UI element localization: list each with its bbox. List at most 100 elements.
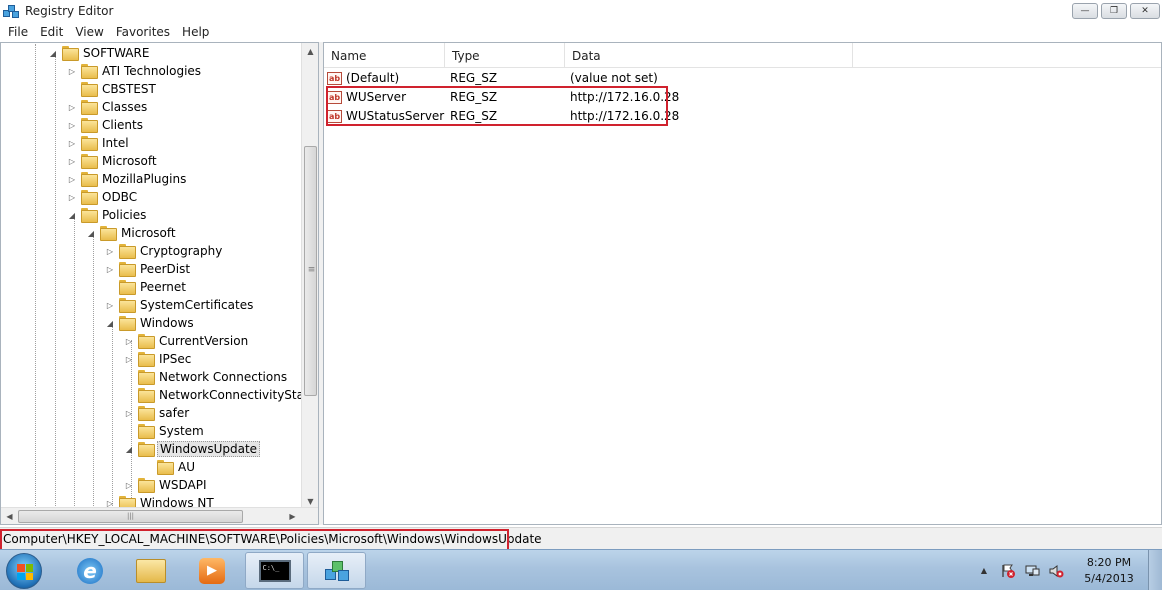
tree-item[interactable]: ▷ Classes (67, 98, 149, 116)
windows-logo-icon (17, 564, 33, 580)
tree-item[interactable]: ▷ safer (124, 404, 191, 422)
tree-item[interactable]: System (124, 422, 206, 440)
tree-item-label: Windows (140, 316, 194, 330)
tree-item[interactable]: ▷ CurrentVersion (124, 332, 250, 350)
menu-edit[interactable]: Edit (34, 25, 69, 39)
tree-item-label: SystemCertificates (140, 298, 254, 312)
values-list[interactable]: Name Type Data ab (Default) REG_SZ (valu… (323, 42, 1162, 525)
taskbar-command-prompt[interactable]: C:\_ (245, 552, 304, 589)
tree-item-label: Peernet (140, 280, 186, 294)
taskbar-file-explorer[interactable] (125, 552, 177, 589)
folder-icon (119, 244, 136, 259)
tree-item[interactable]: Network Connections (124, 368, 289, 386)
tree-item-label: Network Connections (159, 370, 288, 384)
registry-editor-icon (323, 557, 351, 585)
expand-arrow-icon[interactable]: ▷ (67, 102, 77, 112)
menu-favorites[interactable]: Favorites (110, 25, 176, 39)
highlight-annotation-box (326, 86, 668, 126)
folder-icon (138, 478, 155, 493)
expand-arrow-icon[interactable]: ▷ (105, 246, 115, 256)
expand-arrow-icon[interactable]: ▷ (124, 336, 134, 346)
tree-item[interactable]: ▷ Clients (67, 116, 145, 134)
scroll-thumb[interactable]: ≡ (304, 146, 317, 396)
tree-item-label: safer (159, 406, 190, 420)
expand-arrow-icon[interactable]: ▷ (124, 354, 134, 364)
expand-arrow-icon[interactable]: ▷ (67, 138, 77, 148)
tree-item[interactable]: ▷ PeerDist (105, 260, 192, 278)
tree-item[interactable]: ▷ WSDAPI (124, 476, 209, 494)
action-center-flag-icon[interactable] (1000, 563, 1016, 579)
tree-item[interactable]: ▷ SystemCertificates (105, 296, 255, 314)
tree-item[interactable]: AU (143, 458, 197, 476)
tree-item[interactable]: ▷ Microsoft (67, 152, 159, 170)
collapse-arrow-icon[interactable]: ◢ (124, 444, 134, 454)
column-header-type[interactable]: Type (445, 43, 565, 68)
tree-horizontal-scrollbar[interactable]: ◀ ||| ▶ (1, 507, 318, 524)
horizontal-scroll-thumb[interactable]: ||| (18, 510, 243, 523)
expand-arrow-icon[interactable]: ▷ (105, 300, 115, 310)
tree-item[interactable]: ▷ MozillaPlugins (67, 170, 188, 188)
taskbar-media-player[interactable]: ▶ (186, 552, 238, 589)
collapse-arrow-icon[interactable]: ◢ (48, 48, 58, 58)
expand-arrow-icon[interactable]: ▷ (67, 192, 77, 202)
scroll-up-arrow-icon[interactable]: ▲ (302, 43, 318, 60)
menu-bar: File Edit View Favorites Help (0, 22, 1162, 41)
value-row-default[interactable]: ab (Default) REG_SZ (value not set) (327, 69, 658, 87)
close-button[interactable]: ✕ (1130, 3, 1160, 19)
collapse-arrow-icon[interactable]: ◢ (105, 318, 115, 328)
expand-arrow-icon[interactable]: ▷ (124, 480, 134, 490)
start-button[interactable] (6, 553, 42, 589)
tree-item[interactable]: ▷ ATI Technologies (67, 62, 203, 80)
expand-arrow-icon[interactable]: ▷ (67, 120, 77, 130)
tree-item[interactable]: ◢ SOFTWARE (48, 44, 151, 62)
menu-help[interactable]: Help (176, 25, 215, 39)
tree-item-label: MozillaPlugins (102, 172, 187, 186)
tree-item[interactable]: NetworkConnectivityStatusIndicator (124, 386, 318, 404)
menu-file[interactable]: File (2, 25, 34, 39)
tree-item[interactable]: ▷ ODBC (67, 188, 139, 206)
folder-icon (81, 82, 98, 97)
show-desktop-button[interactable] (1148, 550, 1162, 590)
tree-item[interactable]: ◢ Microsoft (86, 224, 178, 242)
volume-muted-icon[interactable] (1048, 563, 1064, 579)
clock[interactable]: 8:20 PM 5/4/2013 (1074, 555, 1144, 587)
expand-arrow-icon[interactable]: ▷ (67, 156, 77, 166)
folder-icon (138, 442, 155, 457)
folder-icon (81, 118, 98, 133)
registry-tree[interactable]: ◢ SOFTWARE ▷ ATI Technologies CBSTEST ▷ Classe… (0, 42, 319, 525)
tree-vertical-scrollbar[interactable]: ▲ ≡ ▼ (301, 43, 318, 510)
tree-item[interactable]: CBSTEST (67, 80, 158, 98)
maximize-button[interactable]: ❐ (1101, 3, 1127, 19)
network-icon[interactable] (1024, 563, 1040, 579)
tree-item[interactable]: ▷ Intel (67, 134, 131, 152)
tree-item[interactable]: ◢ Windows (105, 314, 196, 332)
tree-item[interactable]: ▷ Cryptography (105, 242, 224, 260)
internet-explorer-icon: e (77, 557, 103, 584)
tree-item-label: CurrentVersion (159, 334, 249, 348)
minimize-button[interactable]: — (1072, 3, 1098, 19)
expand-arrow-icon[interactable]: ▷ (124, 408, 134, 418)
folder-icon (138, 334, 155, 349)
tree-item-label: IPSec (159, 352, 192, 366)
media-player-icon: ▶ (199, 557, 225, 584)
column-header-name[interactable]: Name (324, 43, 445, 68)
expand-arrow-icon[interactable]: ▷ (67, 174, 77, 184)
taskbar-registry-editor[interactable] (307, 552, 366, 589)
scroll-left-arrow-icon[interactable]: ◀ (1, 508, 18, 524)
tree-item-label: WindowsUpdate (157, 441, 261, 457)
show-hidden-icons-button[interactable]: ▲ (976, 563, 992, 579)
collapse-arrow-icon[interactable]: ◢ (67, 210, 77, 220)
tree-item-label: PeerDist (140, 262, 191, 276)
menu-view[interactable]: View (69, 25, 109, 39)
column-header-data[interactable]: Data (565, 43, 853, 68)
taskbar-internet-explorer[interactable]: e (64, 552, 116, 589)
expand-arrow-icon[interactable]: ▷ (105, 264, 115, 274)
tree-item[interactable]: ◢ Policies (67, 206, 148, 224)
tree-item[interactable]: ▷ IPSec (124, 350, 193, 368)
collapse-arrow-icon[interactable]: ◢ (86, 228, 96, 238)
tree-item-label: Classes (102, 100, 148, 114)
tree-item[interactable]: ◢ WindowsUpdate (124, 440, 261, 458)
expand-arrow-icon[interactable]: ▷ (67, 66, 77, 76)
tree-item[interactable]: Peernet (105, 278, 188, 296)
scroll-right-arrow-icon[interactable]: ▶ (284, 508, 301, 524)
